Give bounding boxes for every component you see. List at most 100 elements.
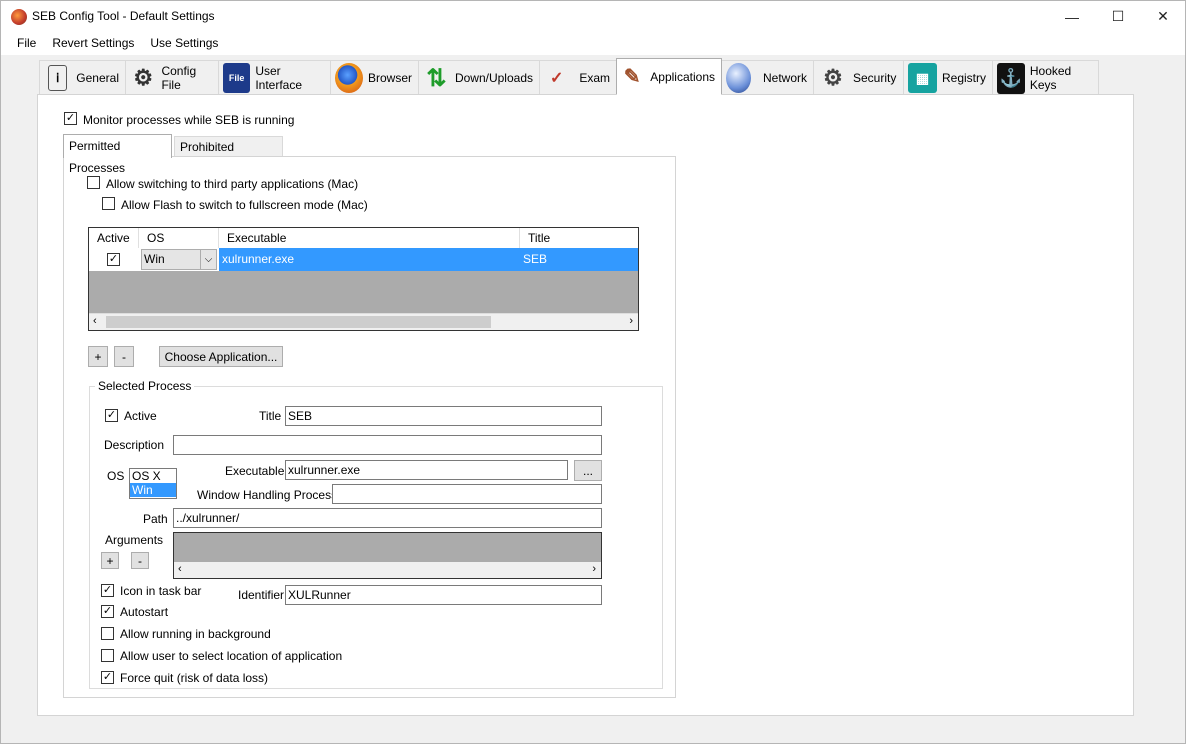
window-title: SEB Config Tool - Default Settings <box>32 9 215 23</box>
maximize-button[interactable]: ☐ <box>1095 1 1141 32</box>
background-label: Allow running in background <box>120 627 271 641</box>
window-handling-label: Window Handling Process <box>197 488 338 502</box>
selected-process-group: Selected Process ✓ Active Title SEB Desc… <box>89 379 663 689</box>
path-field[interactable]: ../xulrunner/ <box>173 508 602 528</box>
minimize-button[interactable]: — <box>1049 1 1095 32</box>
identifier-field[interactable]: XULRunner <box>285 585 602 605</box>
chevron-left-icon[interactable]: ‹ <box>178 563 182 575</box>
row-os-dropdown[interactable]: Win ⌵ <box>141 249 217 270</box>
os-option-osx[interactable]: OS X <box>130 469 176 483</box>
permitted-processes-panel: Allow switching to third party applicati… <box>63 156 676 698</box>
firefox-icon <box>335 63 363 93</box>
row-active-checkbox[interactable]: ✓ <box>107 253 120 266</box>
row-executable-cell[interactable]: xulrunner.exe <box>219 248 520 271</box>
permitted-process-grid[interactable]: Active OS Executable Title ✓ Win ⌵ xulru… <box>88 227 639 331</box>
select-location-checkbox[interactable] <box>101 649 114 662</box>
tab-exam-label: Exam <box>579 71 610 85</box>
row-active-cell[interactable]: ✓ <box>89 248 139 271</box>
tab-config-file[interactable]: ⚙ Config File <box>125 60 219 95</box>
row-os-cell[interactable]: Win ⌵ <box>139 248 219 271</box>
description-label: Description <box>104 438 165 452</box>
selected-active-checkbox[interactable]: ✓ <box>105 409 118 422</box>
add-argument-button[interactable]: + <box>101 552 119 569</box>
chevron-down-icon[interactable]: ⌵ <box>200 250 216 269</box>
applications-icon: ✎ <box>623 66 641 88</box>
close-button[interactable]: ✕ <box>1140 1 1186 32</box>
tab-down-uploads-label: Down/Uploads <box>454 71 533 85</box>
browse-button[interactable]: ... <box>574 460 602 481</box>
grid-horizontal-scrollbar[interactable]: ‹ › <box>89 313 638 330</box>
arguments-label: Arguments <box>105 533 164 547</box>
remove-process-button[interactable]: - <box>114 346 134 367</box>
autostart-checkbox[interactable]: ✓ <box>101 605 114 618</box>
tab-applications[interactable]: ✎ Applications <box>616 58 722 95</box>
menu-bar: File Revert Settings Use Settings <box>1 32 1185 55</box>
tab-general[interactable]: ⅰ General <box>39 60 126 95</box>
chevron-right-icon[interactable]: › <box>592 563 596 575</box>
title-label: Title <box>259 409 282 423</box>
allow-third-party-label: Allow switching to third party applicati… <box>106 177 359 191</box>
tab-exam[interactable]: ✓ Exam <box>539 60 617 95</box>
row-title-cell[interactable]: SEB <box>520 248 638 271</box>
col-title[interactable]: Title <box>520 228 638 248</box>
tab-security[interactable]: ⚙ Security <box>813 60 904 95</box>
tab-general-label: General <box>76 71 119 85</box>
window-handling-field[interactable] <box>332 484 602 504</box>
scrollbar-thumb[interactable] <box>106 316 491 328</box>
tab-user-interface-label: User Interface <box>255 64 303 92</box>
tab-registry-label: Registry <box>941 71 986 85</box>
identifier-label: Identifier <box>238 588 285 602</box>
menu-file[interactable]: File <box>9 32 44 55</box>
tab-hooked-keys-label: Hooked Keys <box>1029 64 1072 92</box>
remove-argument-button[interactable]: - <box>131 552 149 569</box>
col-executable[interactable]: Executable <box>219 228 520 248</box>
seb-app-icon <box>11 9 27 25</box>
selected-active-label: Active <box>124 409 157 423</box>
hook-key-icon: ⚓ <box>997 62 1025 94</box>
os-listbox[interactable]: OS X Win <box>129 468 177 499</box>
tab-permitted-processes[interactable]: Permitted Processes <box>63 134 172 175</box>
menu-use-settings[interactable]: Use Settings <box>142 32 226 55</box>
chevron-right-icon[interactable]: › <box>629 315 633 327</box>
tab-down-uploads[interactable]: ⇅ Down/Uploads <box>418 60 540 95</box>
icon-taskbar-checkbox[interactable]: ✓ <box>101 584 114 597</box>
app-window: SEB Config Tool - Default Settings — ☐ ✕… <box>0 0 1186 744</box>
col-os[interactable]: OS <box>139 228 219 248</box>
tab-hooked-keys[interactable]: ⚓ Hooked Keys <box>992 60 1099 95</box>
tab-applications-label: Applications <box>650 69 715 84</box>
file-menu-icon: File <box>223 63 251 93</box>
main-tabstrip: ⅰ General ⚙ Config File File User Interf… <box>39 58 1099 95</box>
allow-flash-checkbox[interactable] <box>102 197 115 210</box>
arguments-horizontal-scrollbar[interactable]: ‹ › <box>174 562 601 578</box>
os-option-win[interactable]: Win <box>130 483 176 497</box>
arguments-grid[interactable]: ‹ › <box>173 532 602 579</box>
os-label: OS <box>107 469 125 483</box>
tab-network-label: Network <box>762 71 807 85</box>
executable-field[interactable]: xulrunner.exe <box>285 460 568 480</box>
description-field[interactable] <box>173 435 602 455</box>
add-process-button[interactable]: + <box>88 346 108 367</box>
menu-revert-settings[interactable]: Revert Settings <box>44 32 142 55</box>
background-checkbox[interactable] <box>101 627 114 640</box>
tab-user-interface[interactable]: File User Interface <box>218 60 331 95</box>
tab-browser[interactable]: Browser <box>330 60 419 95</box>
general-icon: ⅰ <box>48 65 68 91</box>
tab-registry[interactable]: ▦ Registry <box>903 60 993 95</box>
monitor-processes-checkbox[interactable]: ✓ <box>64 112 77 125</box>
allow-flash-label: Allow Flash to switch to fullscreen mode… <box>121 198 368 212</box>
autostart-label: Autostart <box>120 605 169 619</box>
force-quit-checkbox[interactable]: ✓ <box>101 671 114 684</box>
tab-prohibited-processes[interactable]: Prohibited Processes <box>174 136 283 174</box>
selected-process-title: Selected Process <box>95 379 195 393</box>
applications-panel: ✓ Monitor processes while SEB is running… <box>37 94 1134 716</box>
table-row[interactable]: ✓ Win ⌵ xulrunner.exe SEB <box>89 248 638 271</box>
choose-application-button[interactable]: Choose Application... <box>159 346 283 367</box>
tab-network[interactable]: Network <box>721 60 814 95</box>
col-active[interactable]: Active <box>89 228 139 248</box>
icon-taskbar-label: Icon in task bar <box>120 584 202 598</box>
row-os-value: Win <box>144 252 165 266</box>
tab-browser-label: Browser <box>367 71 412 85</box>
chevron-left-icon[interactable]: ‹ <box>93 315 97 327</box>
title-field[interactable]: SEB <box>285 406 602 426</box>
title-bar[interactable]: SEB Config Tool - Default Settings — ☐ ✕ <box>1 1 1185 32</box>
